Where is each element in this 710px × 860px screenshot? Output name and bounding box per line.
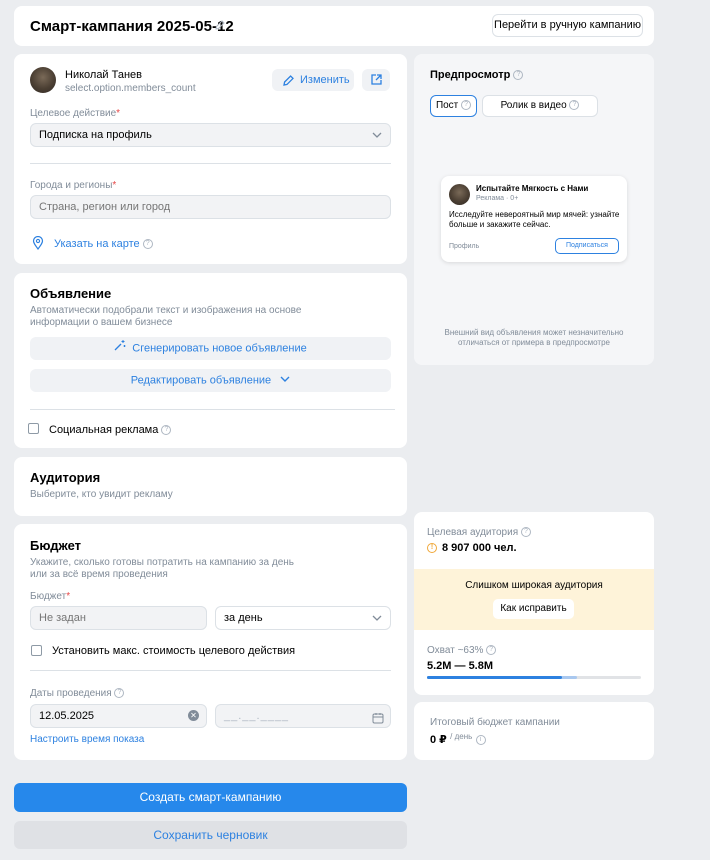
ad-card: Объявление Автоматически подобрали текст… — [14, 273, 407, 448]
max-cost-checkbox[interactable] — [31, 645, 42, 656]
chevron-down-icon — [280, 369, 290, 392]
total-budget-per: / день — [450, 732, 473, 741]
target-audience-value: 8 907 000 чел. — [442, 542, 517, 554]
end-date-input[interactable]: __.__.____ — [215, 704, 391, 728]
divider — [30, 670, 391, 671]
help-icon[interactable]: ? — [114, 688, 125, 699]
edit-profile-label: Изменить — [300, 74, 350, 86]
map-link[interactable]: Указать на карте ? — [54, 238, 153, 250]
pencil-icon — [282, 73, 295, 95]
tab-post[interactable]: Пост ? — [430, 95, 477, 117]
header-card: Смарт-кампания 2025-05-12 Перейти в ручн… — [14, 6, 654, 46]
social-ad-checkbox[interactable] — [28, 423, 39, 434]
help-icon[interactable]: ? — [142, 239, 153, 250]
how-to-fix-button[interactable]: Как исправить — [493, 599, 574, 619]
help-icon: ? — [461, 100, 472, 111]
preview-note-line1: Внешний вид объявления может незначитель… — [444, 328, 624, 337]
help-icon: ? — [569, 100, 580, 111]
profile-name: Николай Танев — [65, 69, 143, 81]
page-title: Смарт-кампания 2025-05-12 — [30, 18, 234, 35]
target-action-select[interactable]: Подписка на профиль — [30, 123, 391, 147]
max-cost-label: Установить макс. стоимость целевого дейс… — [52, 645, 296, 657]
post-title: Испытайте Мягкость с Нами — [476, 184, 589, 193]
profile-subtitle: select.option.members_count — [65, 83, 196, 94]
total-budget-card: Итоговый бюджет кампании 0 ₽ / день i — [414, 702, 654, 760]
post-text-line2: больше и закажите сейчас. — [449, 220, 551, 229]
audience-title: Аудитория — [30, 470, 101, 485]
ad-title: Объявление — [30, 286, 112, 301]
budget-title: Бюджет — [30, 538, 81, 553]
edit-ad-button[interactable]: Редактировать объявление — [30, 369, 391, 392]
pencil-icon[interactable] — [214, 19, 228, 33]
regions-input[interactable] — [30, 195, 391, 219]
help-icon[interactable]: ? — [520, 527, 531, 538]
schedule-link[interactable]: Настроить время показа — [30, 734, 144, 745]
tab-video[interactable]: Ролик в видео ? — [482, 95, 598, 117]
post-meta: Реклама · 0+ — [476, 195, 519, 202]
preview-card: Предпросмотр ? Пост ? Ролик в видео ? Ис… — [414, 54, 654, 365]
audience-description: Выберите, кто увидит рекламу — [30, 489, 173, 500]
chevron-down-icon — [372, 607, 382, 637]
target-action-label: Целевое действие* — [30, 108, 121, 119]
location-pin-icon[interactable] — [32, 235, 44, 253]
ad-description-line2: информации о вашем бизнесе — [30, 317, 173, 328]
budget-input[interactable] — [30, 606, 207, 630]
start-date-input[interactable]: 12.05.2025 ✕ — [30, 704, 207, 728]
target-action-value: Подписка на профиль — [39, 129, 152, 141]
total-budget-amount: 0 ₽ — [430, 734, 447, 746]
budget-description-line1: Укажите, сколько готовы потратить на кам… — [30, 557, 294, 568]
audience-card[interactable]: Аудитория Выберите, кто увидит рекламу — [14, 457, 407, 516]
info-icon[interactable]: i — [475, 734, 486, 745]
avatar — [449, 184, 470, 205]
save-draft-button[interactable]: Сохранить черновик — [14, 821, 407, 849]
budget-description-line2: или за всё время проведения — [30, 569, 168, 580]
divider — [30, 163, 391, 164]
help-icon[interactable]: ? — [513, 70, 524, 81]
post-text-line1: Исследуйте невероятный мир мячей: узнайт… — [449, 210, 620, 219]
help-icon[interactable]: ? — [486, 645, 497, 656]
help-icon[interactable]: ? — [161, 425, 172, 436]
total-budget-value: 0 ₽ / день i — [430, 732, 486, 746]
avatar — [30, 67, 56, 93]
reach-value: 5.2M — 5.8M — [427, 660, 494, 672]
ad-post-preview: Испытайте Мягкость с Нами Реклама · 0+ И… — [441, 176, 627, 262]
budget-label: Бюджет* — [30, 591, 71, 602]
divider — [30, 409, 395, 410]
social-ad-label: Социальная реклама ? — [49, 424, 172, 436]
magic-wand-icon — [114, 337, 126, 360]
create-campaign-button[interactable]: Создать смарт-кампанию — [14, 783, 407, 812]
clear-icon[interactable]: ✕ — [188, 710, 199, 721]
preview-title: Предпросмотр ? — [430, 69, 524, 81]
preview-note-line2: отличаться от примера в предпросмотре — [458, 338, 610, 347]
reach-progress-bar — [427, 676, 641, 679]
calendar-icon[interactable] — [372, 710, 384, 732]
budget-period-select[interactable]: за день — [215, 606, 391, 630]
post-profile-label: Профиль — [449, 243, 480, 250]
chevron-down-icon — [372, 124, 382, 154]
reach-label: Охват ~63% ? — [427, 645, 497, 656]
manual-campaign-button[interactable]: Перейти в ручную кампанию — [492, 14, 643, 37]
target-audience-card: Целевая аудитория ? ! 8 907 000 чел. Сли… — [414, 512, 654, 695]
ad-description-line1: Автоматически подобрали текст и изображе… — [30, 305, 302, 316]
warning-title: Слишком широкая аудитория — [465, 580, 603, 591]
audience-warning-panel: Слишком широкая аудитория Как исправить — [414, 569, 654, 630]
reach-progress-fill — [427, 676, 562, 679]
external-link-icon — [370, 73, 383, 89]
dates-label: Даты проведения ? — [30, 688, 125, 699]
edit-profile-button[interactable]: Изменить — [272, 69, 354, 91]
post-subscribe-button[interactable]: Подписаться — [555, 238, 619, 254]
generate-ad-button[interactable]: Сгенерировать новое объявление — [30, 337, 391, 360]
warning-icon: ! — [427, 543, 437, 553]
open-external-button[interactable] — [362, 69, 390, 91]
target-audience-label: Целевая аудитория ? — [427, 527, 531, 538]
total-budget-label: Итоговый бюджет кампании — [430, 717, 560, 728]
regions-label: Города и регионы* — [30, 180, 117, 191]
settings-card: Николай Танев select.option.members_coun… — [14, 54, 407, 264]
budget-card: Бюджет Укажите, сколько готовы потратить… — [14, 524, 407, 760]
